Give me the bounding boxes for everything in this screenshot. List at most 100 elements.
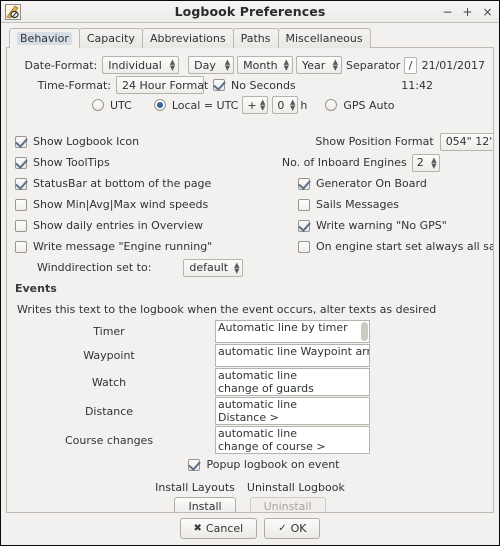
min-avg-max-checkbox[interactable]: Show Min|Avg|Max wind speeds (15, 198, 208, 211)
install-layouts-label: Install Layouts (155, 481, 235, 494)
winddirection-cell: Winddirection set to: default ▲ ▼ (15, 257, 244, 278)
install-button[interactable]: Install (174, 497, 236, 512)
position-format-cell: Show Position Format 054" 12'.12,34" ▲▼ (200, 131, 493, 152)
chevron-updown-icon: ▲▼ (283, 58, 289, 72)
chevron-updown-icon: ▲▼ (431, 155, 437, 170)
tab-paths[interactable]: Paths (232, 28, 279, 48)
sails-down-cell: On engine start set always all sails dow… (200, 236, 493, 257)
generator-cell: Generator On Board (200, 173, 493, 194)
event-label-timer: Timer (93, 325, 125, 338)
options-grid: Show Logbook Icon Show Position Format 0… (15, 131, 493, 278)
no-gps-warning-label: Write warning "No GPS" (316, 219, 447, 232)
checkmark-icon (188, 458, 201, 471)
tz-offset-spinner[interactable]: 0 ▲ ▼ (272, 96, 299, 114)
no-seconds-checkbox[interactable]: No Seconds (213, 79, 296, 92)
daily-entries-checkbox[interactable]: Show daily entries in Overview (15, 219, 203, 232)
uninstall-logbook-label: Uninstall Logbook (246, 481, 345, 494)
no-gps-warning-checkbox[interactable]: Write warning "No GPS" (298, 219, 447, 232)
sails-messages-checkbox[interactable]: Sails Messages (298, 198, 399, 211)
event-label-waypoint: Waypoint (83, 349, 135, 362)
sails-messages-cell: Sails Messages (200, 194, 493, 215)
ok-button[interactable]: ✓ OK (264, 518, 321, 539)
time-format-row: Time-Format: 24 Hour Format ▲▼ No Second… (15, 75, 485, 95)
popup-row: Popup logbook on event (15, 458, 485, 471)
engine-running-label: Write message "Engine running" (33, 240, 213, 253)
tab-abbreviations[interactable]: Abbreviations (141, 28, 234, 48)
engine-running-checkbox[interactable]: Write message "Engine running" (15, 240, 212, 253)
date-format-row: Date-Format: Individual ▲ ▼ Day ▲ ▼ Month … (15, 55, 485, 75)
position-format-label: Show Position Format (315, 135, 434, 148)
chevron-updown-icon: ▲▼ (259, 98, 266, 112)
tz-sign-select[interactable]: + ▲ ▼ (242, 96, 269, 114)
date-part2-select[interactable]: Month ▲ ▼ (237, 56, 293, 74)
radio-selected-icon (153, 99, 166, 111)
tab-bar: Behavior Capacity Abbreviations Paths Mi… (6, 28, 494, 48)
date-format-mode-select[interactable]: Individual ▲ ▼ (102, 56, 180, 74)
date-part1-select[interactable]: Day ▲ ▼ (188, 56, 235, 74)
gps-auto-label: GPS Auto (343, 98, 395, 112)
dialog-content: Behavior Capacity Abbreviations Paths Mi… (1, 23, 499, 513)
min-avg-max-cell: Show Min|Avg|Max wind speeds (15, 194, 208, 215)
logbook-quill-icon (4, 3, 22, 21)
date-part3-value: Year (302, 58, 326, 72)
date-part2-value: Month (243, 58, 278, 72)
inboard-engines-spinner[interactable]: 2 ▲ ▼ (411, 153, 440, 172)
maximize-icon[interactable]: + (462, 6, 473, 18)
tab-capacity[interactable]: Capacity (78, 28, 143, 48)
cancel-button[interactable]: ✖ Cancel (179, 518, 258, 539)
position-format-value: 054" 12'.12,34" (445, 135, 493, 148)
chevron-updown-icon: ▲▼ (224, 58, 231, 72)
show-tooltips-label: Show ToolTips (33, 156, 110, 169)
close-icon[interactable]: × (482, 6, 493, 18)
time-format-select[interactable]: 24 Hour Format ▲▼ (116, 76, 220, 94)
events-list: Timer Automatic line by timer Waypoint a… (15, 320, 485, 455)
event-input-timer[interactable]: Automatic line by timer (215, 320, 370, 343)
time-format-label: Time-Format: (37, 78, 111, 92)
radio-icon (92, 99, 104, 111)
event-input-watch[interactable]: automatic line change of guards (215, 368, 370, 396)
format-settings: Date-Format: Individual ▲ ▼ Day ▲ ▼ Month … (15, 54, 485, 115)
checkbox-icon (298, 240, 310, 253)
scrollbar-thumb[interactable] (361, 322, 368, 341)
checkmark-icon: ✓ (278, 523, 287, 534)
no-gps-warning-cell: Write warning "No GPS" (200, 215, 493, 236)
sails-down-checkbox[interactable]: On engine start set always all sails dow… (298, 240, 493, 253)
generator-checkbox[interactable]: Generator On Board (298, 177, 427, 190)
tab-abbreviations-label: Abbreviations (149, 32, 226, 45)
install-labels: Install Layouts Uninstall Logbook (15, 481, 485, 494)
engine-running-cell: Write message "Engine running" (15, 236, 212, 257)
date-part3-select[interactable]: Year ▲ ▼ (296, 56, 342, 74)
position-format-select[interactable]: 054" 12'.12,34" ▲▼ (439, 132, 493, 151)
show-tooltips-checkbox[interactable]: Show ToolTips (15, 156, 110, 169)
show-logbook-icon-checkbox[interactable]: Show Logbook Icon (15, 135, 139, 148)
tab-paths-label: Paths (240, 32, 271, 45)
event-row-course-changes: Course changes automatic line change of … (15, 426, 485, 454)
local-utc-label: Local = UTC (171, 98, 239, 112)
event-input-course-changes[interactable]: automatic line change of course > (215, 426, 370, 454)
event-input-waypoint[interactable]: automatic line Waypoint arrived (215, 344, 370, 367)
window-controls: − + × (442, 6, 493, 18)
checkmark-icon (298, 219, 310, 232)
popup-logbook-checkbox[interactable]: Popup logbook on event (188, 458, 340, 471)
tab-capacity-label: Capacity (86, 32, 135, 45)
event-row-watch: Watch automatic line change of guards (15, 368, 485, 396)
sails-down-label: On engine start set always all sails dow… (316, 240, 493, 253)
event-input-distance[interactable]: automatic line Distance > (215, 397, 370, 425)
utc-radio[interactable]: UTC (92, 99, 132, 112)
tz-offset-value: 0 (277, 98, 285, 112)
minimize-icon[interactable]: − (442, 6, 453, 18)
show-logbook-icon-cell: Show Logbook Icon (15, 131, 200, 152)
tab-behavior[interactable]: Behavior (9, 28, 80, 48)
separator-input[interactable]: / (404, 56, 417, 74)
close-x-icon: ✖ (193, 523, 202, 534)
utc-label: UTC (110, 98, 132, 112)
event-row-timer: Timer Automatic line by timer (15, 320, 485, 343)
event-label-watch: Watch (91, 375, 127, 389)
local-utc-radio[interactable]: Local = UTC (153, 98, 239, 112)
statusbar-checkbox[interactable]: StatusBar at bottom of the page (15, 177, 211, 190)
event-row-distance: Distance automatic line Distance > (15, 397, 485, 425)
tab-miscellaneous[interactable]: Miscellaneous (277, 28, 371, 48)
daily-entries-cell: Show daily entries in Overview (15, 215, 203, 236)
gps-auto-radio[interactable]: GPS Auto (325, 98, 395, 112)
separator-label: Separator (346, 58, 401, 72)
